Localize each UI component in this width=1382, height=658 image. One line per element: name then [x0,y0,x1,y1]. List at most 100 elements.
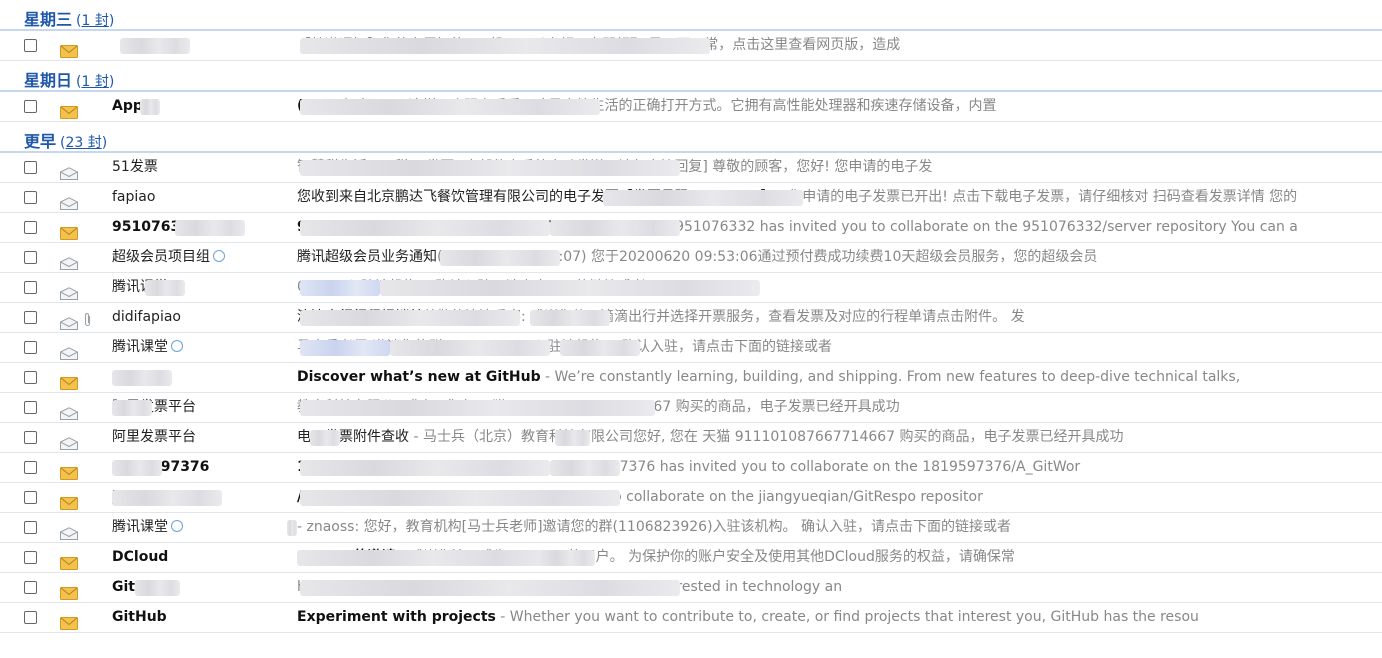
group-count-link[interactable]: (1 封) [76,13,114,29]
redacted-blur [135,580,180,596]
select-checkbox[interactable] [24,521,37,534]
select-checkbox[interactable] [24,191,37,204]
envelope-open-icon [60,522,78,540]
envelope-open-icon [60,162,78,180]
envelope-closed-icon [60,101,78,119]
select-checkbox[interactable] [24,281,37,294]
email-preview: - @951076332 has invited you to collabor… [647,219,1298,235]
select-checkbox[interactable] [24,401,37,414]
sender-name[interactable]: Apple [112,92,282,121]
redacted-blur [300,220,550,236]
redacted-blur [550,460,620,476]
email-row[interactable]: 51发票智慧税生活 | 云税51发票 [本邮件由系统自动发送，请勿直接回复] 尊… [0,153,1382,183]
sender-name[interactable]: DCloud [112,543,282,572]
email-preview: - 您申请的电子发票已开出! 点击下载电子发票，请仔细核对 扫码查看发票详情 您… [774,189,1298,205]
redacted-blur [140,99,160,115]
redacted-blur [112,460,162,476]
email-row[interactable]: 951076332951076332 invited you to 951076… [0,213,1382,243]
redacted-blur [297,550,547,566]
email-row[interactable]: fapiao 您收到来自北京鹏达飞餐饮管理有限公司的电子发票【发票号码694294… [0,183,1382,213]
select-checkbox[interactable] [24,551,37,564]
sender-name-text: 阿里发票平台 [112,429,196,445]
sender-name[interactable]: 腾讯课堂 [112,273,282,302]
subject-line[interactable]: Discover what’s new at GitHub - We’re co… [297,363,1382,392]
select-checkbox[interactable] [24,371,37,384]
group-title: 更早 [24,132,57,151]
email-row[interactable]: 阿里发票平台 电子发票附件查收 - 马士兵（北京）教育科技有限公司您好, 您在 天… [0,423,1382,453]
email-subject: Experiment with projects [297,609,496,625]
select-checkbox[interactable] [24,100,37,113]
email-row[interactable]: 阿里发票平台教育科技有限公司您好, 您在 天猫 9111010876677146… [0,393,1382,423]
group-count-link[interactable]: (23 封) [60,135,107,151]
redacted-blur [560,340,640,356]
select-checkbox[interactable] [24,581,37,594]
email-row[interactable]: GitHubDiscover what’s new at GitHub - We… [0,363,1382,393]
select-checkbox[interactable] [24,491,37,504]
redacted-blur [300,400,655,416]
select-checkbox[interactable] [24,461,37,474]
redacted-blur [112,370,172,386]
sender-name[interactable]: 阿里发票平台 [112,423,282,452]
sender-name[interactable]: 腾讯课堂 [112,333,282,362]
group-title: 星期日 [24,71,73,90]
envelope-closed-icon [60,40,78,58]
email-row[interactable]: GitHubhat makes GitHub an amazing place … [0,573,1382,603]
email-row[interactable]: didifapiao滴滴出行行程报销单尊敬的滴滴乘客: 感谢您使用滴滴出行并选择… [0,303,1382,333]
email-row[interactable]: 超级会员项目组 腾讯超级会员业务通知(20200620 09:53:07) 您于2… [0,243,1382,273]
email-row[interactable]: 腾讯课堂01069)入驻该机构。 确认入驻，请点击下面的链接或者 [0,273,1382,303]
sender-name-text: 腾讯课堂 [112,519,168,535]
email-subject: Discover what’s new at GitHub [297,369,541,385]
select-checkbox[interactable] [24,221,37,234]
group-count-value[interactable]: 1 封 [81,74,108,90]
sender-name-text: 超级会员项目组 [112,249,210,265]
email-row[interactable]: Apple(27) - 拥有 Mac 这样一个强力后盾，才是高校生活的正确打开方… [0,92,1382,122]
email-row[interactable]: 18195973761819597376/A_GitWorkSpace2 - @… [0,453,1382,483]
select-checkbox[interactable] [24,39,37,52]
sender-name[interactable]: 腾讯课堂 [112,513,282,542]
mail-list: 星期三(1 封)【特邀通知】您的专属智能pos机已可以申领，立即领取 显示不正常… [0,0,1382,633]
redacted-blur [550,220,680,236]
group-count-close: ) [108,13,115,29]
redacted-blur [530,310,610,326]
sender-name[interactable]: 超级会员项目组 [112,243,282,272]
email-row[interactable]: 腾讯课堂马士兵老师]邀请您的群(981924337)入驻该机构。 确认入驻，请点… [0,333,1382,363]
email-row[interactable]: GitHub Experiment with projects - Whether… [0,603,1382,633]
sender-name-text: 腾讯课堂 [112,339,168,355]
group-count-link[interactable]: (1 封) [76,74,114,90]
group-count-value[interactable]: 23 封 [65,135,101,151]
group-count-value[interactable]: 1 封 [81,13,108,29]
sender-name[interactable]: 51发票 [112,153,282,182]
email-row[interactable]: jiangyueqian/GitRespo - @jiangyueqian ha… [0,483,1382,513]
redacted-blur [120,38,190,54]
sender-name[interactable]: fapiao [112,183,282,212]
select-checkbox[interactable] [24,161,37,174]
select-checkbox[interactable] [24,311,37,324]
envelope-closed-icon [60,222,78,240]
redacted-blur [112,400,152,416]
group-title: 星期三 [24,10,73,29]
group-header: 星期日 (1 封) [0,61,1382,92]
envelope-closed-icon [60,492,78,510]
email-row[interactable]: 腾讯课堂 - znaoss: 您好，教育机构[马士兵老师]邀请您的群(11068… [0,513,1382,543]
email-row[interactable]: DCloudBuilder的邀请 - 感谢你注册成为HBuilder的用户。 为… [0,543,1382,573]
email-preview: - znaoss: 您好，教育机构[马士兵老师]邀请您的群(1106823926… [297,519,1011,535]
sender-name[interactable]: GitHub [112,603,282,632]
subject-line[interactable]: 电子发票附件查收 - 马士兵（北京）教育科技有限公司您好, 您在 天猫 9111… [297,423,1382,452]
envelope-open-icon [60,342,78,360]
select-checkbox[interactable] [24,251,37,264]
group-count-close: ) [108,74,115,90]
email-preview: - 马士兵（北京）教育科技有限公司您好, 您在 天猫 9111010876677… [409,429,1124,445]
email-preview: - We’re constantly learning, building, a… [540,369,1241,385]
redacted-blur [555,430,590,446]
subject-line[interactable]: - znaoss: 您好，教育机构[马士兵老师]邀请您的群(1106823926… [297,513,1382,542]
subject-line[interactable]: 您收到来自北京鹏达飞餐饮管理有限公司的电子发票【发票号码69429441】 - … [297,183,1382,212]
envelope-closed-icon [60,552,78,570]
sender-name[interactable]: didifapiao [112,303,282,332]
email-row[interactable]: 【特邀通知】您的专属智能pos机已可以申领，立即领取 显示不正常，点击这里查看网… [0,31,1382,61]
envelope-open-icon [60,282,78,300]
select-checkbox[interactable] [24,431,37,444]
select-checkbox[interactable] [24,611,37,624]
subject-line[interactable]: Experiment with projects - Whether you w… [297,603,1382,632]
select-checkbox[interactable] [24,341,37,354]
email-subject: 腾讯超级会员业务通知 [297,249,437,265]
